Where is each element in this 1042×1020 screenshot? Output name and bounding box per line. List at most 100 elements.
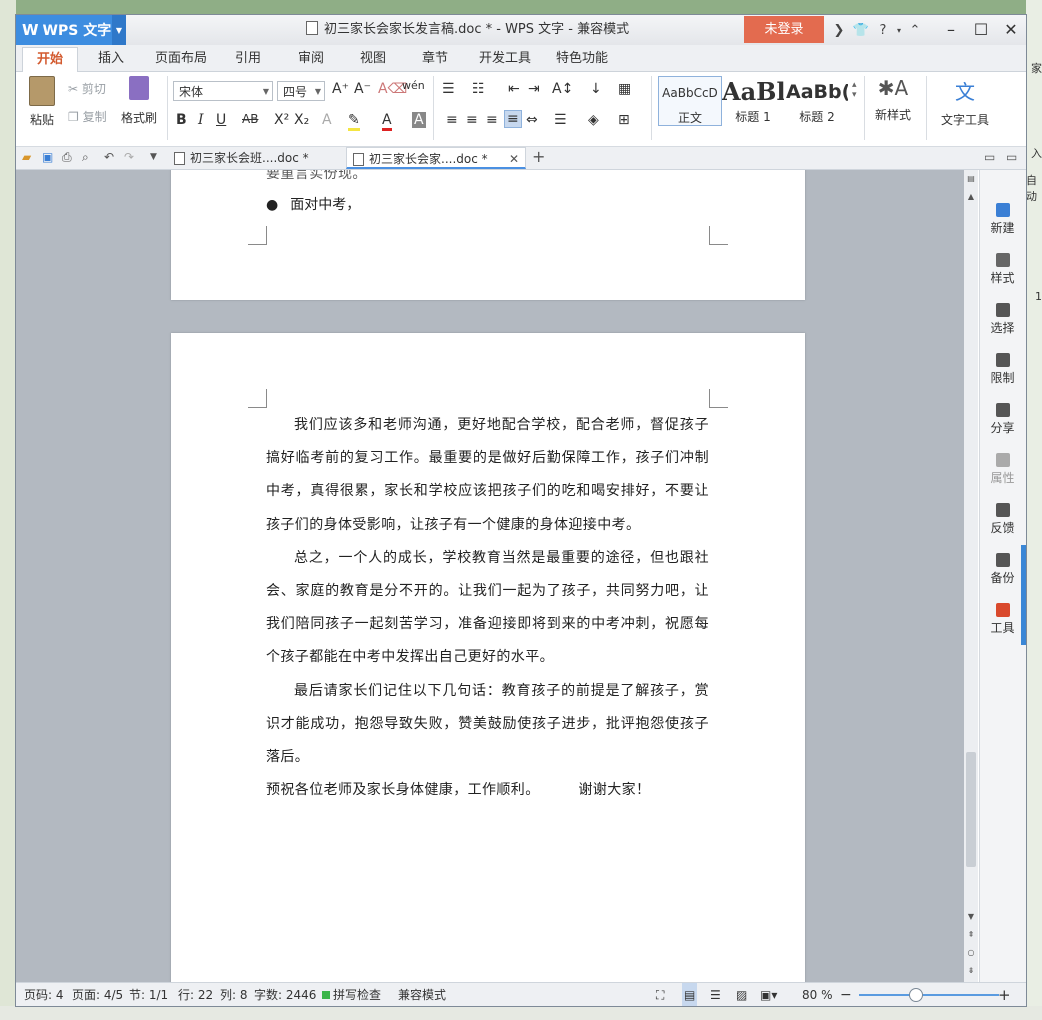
task-pane-style[interactable]: 样式	[979, 253, 1026, 286]
zoom-slider-knob[interactable]	[909, 988, 923, 1002]
new-tab-plus-icon[interactable]: +	[532, 147, 545, 166]
underline-icon[interactable]: U	[216, 112, 226, 128]
tab-page-layout[interactable]: 页面布局	[155, 45, 207, 71]
sort-icon[interactable]: ↓	[590, 81, 602, 97]
paste-button[interactable]: 粘贴	[24, 76, 60, 128]
task-pane-select[interactable]: 选择	[979, 303, 1026, 336]
web-view-icon[interactable]: ▨	[736, 983, 747, 1006]
customize-dropdown-icon[interactable]: ▼	[150, 152, 157, 162]
text-direction-icon[interactable]: A↕	[552, 81, 573, 97]
minimize-icon[interactable]: –	[936, 15, 966, 45]
redo-icon[interactable]: ↷	[124, 150, 134, 164]
document-page[interactable]: 我们应该多和老师沟通，更好地配合学校，配合老师，督促孩子搞好临考前的复习工作。最…	[171, 333, 805, 982]
cut-button[interactable]: ✂ 剪切	[68, 80, 106, 97]
style-normal[interactable]: AaBbCcD 正文	[658, 76, 722, 126]
copy-button[interactable]: ❐ 复制	[68, 108, 107, 125]
font-color-icon[interactable]: A	[382, 112, 392, 131]
help-icon[interactable]: ?	[872, 23, 894, 38]
scroll-up-icon[interactable]: ▲	[964, 192, 978, 201]
task-pane-properties[interactable]: 属性	[979, 453, 1026, 486]
strikethrough-icon[interactable]: AB	[242, 112, 258, 126]
print-preview-icon[interactable]: ⌕	[82, 150, 89, 165]
zoom-in-icon[interactable]: +	[998, 983, 1011, 1006]
doc-tab[interactable]: 初三家长会班....doc * ✕	[168, 147, 362, 169]
task-pane-new-doc[interactable]: 新建	[979, 203, 1026, 236]
style-scroll-icon[interactable]: ▴ ▾	[852, 80, 857, 100]
shrink-font-icon[interactable]: A⁻	[354, 81, 371, 97]
task-pane-toolbox[interactable]: 工具	[979, 603, 1026, 636]
spell-check-toggle[interactable]: 拼写检查	[322, 983, 381, 1006]
distribute-icon[interactable]: ⇔	[526, 112, 538, 128]
superscript-icon[interactable]: X²	[274, 112, 289, 128]
save-icon[interactable]: ▣	[42, 150, 53, 164]
wps-app-menu-button[interactable]: W WPS 文字 ▼	[16, 15, 126, 45]
tab-chapter[interactable]: 章节	[422, 45, 448, 71]
login-button[interactable]: 未登录	[744, 16, 824, 43]
justify-icon[interactable]: ≡	[504, 110, 522, 128]
close-tab-icon[interactable]: ✕	[509, 148, 519, 170]
full-screen-icon[interactable]: ⛶	[656, 983, 664, 1006]
highlight-icon[interactable]: ✎	[348, 112, 360, 131]
align-right-icon[interactable]: ≡	[486, 112, 498, 128]
tab-references[interactable]: 引用	[235, 45, 261, 71]
prev-page-icon[interactable]: ⇞	[964, 930, 978, 939]
text-tools-button[interactable]: 文 文字工具	[934, 76, 996, 128]
doc-tab-active[interactable]: 初三家长会家....doc * ✕	[346, 147, 526, 169]
tab-insert[interactable]: 插入	[98, 45, 124, 71]
tab-home[interactable]: 开始	[22, 47, 79, 72]
tab-developer[interactable]: 开发工具	[479, 45, 531, 71]
zoom-out-icon[interactable]: −	[840, 983, 852, 1006]
next-page-icon[interactable]: ⇟	[964, 966, 978, 975]
chevron-down-icon[interactable]: ▼	[112, 15, 126, 45]
zoom-level[interactable]: 80 %	[802, 983, 833, 1006]
phonetic-guide-icon[interactable]: wén	[402, 79, 425, 92]
line-spacing-icon[interactable]: ☰	[554, 112, 567, 128]
scrollbar-thumb[interactable]	[966, 752, 976, 867]
maximize-icon[interactable]: ☐	[966, 15, 996, 45]
increase-indent-icon[interactable]: ⇥	[528, 81, 540, 97]
close-icon[interactable]: ✕	[996, 15, 1026, 45]
zoom-slider[interactable]	[859, 994, 999, 996]
page-view-icon[interactable]: ▤	[682, 983, 698, 1006]
format-painter-button[interactable]: 格式刷	[118, 76, 160, 126]
bullet-list-icon[interactable]: ☰	[442, 81, 455, 97]
tab-options-icon[interactable]: ▭	[1006, 150, 1017, 164]
decrease-indent-icon[interactable]: ⇤	[508, 81, 520, 97]
border-icon[interactable]: ⊞	[618, 112, 630, 128]
paragraph-shading-icon[interactable]: ◈	[588, 112, 599, 128]
numbered-list-icon[interactable]: ☷	[472, 81, 485, 97]
new-style-button[interactable]: ✱A 新样式	[868, 76, 918, 123]
bold-icon[interactable]: B	[176, 112, 187, 128]
task-pane-feedback[interactable]: 反馈	[979, 503, 1026, 536]
font-size-select[interactable]: 四号 ▼	[277, 81, 325, 101]
subscript-icon[interactable]: X₂	[294, 112, 309, 128]
ruler-toggle-icon[interactable]: ▤	[964, 174, 978, 183]
grow-font-icon[interactable]: A⁺	[332, 81, 349, 97]
style-heading-2[interactable]: AaBb( 标题 2	[786, 76, 848, 124]
undo-icon[interactable]: ↶	[104, 150, 114, 164]
align-left-icon[interactable]: ≡	[446, 112, 458, 128]
collapse-ribbon-icon[interactable]: ⌃	[904, 23, 926, 38]
tab-special[interactable]: 特色功能	[556, 45, 608, 71]
task-pane-share[interactable]: 分享	[979, 403, 1026, 436]
scroll-down-icon[interactable]: ▼	[964, 912, 978, 921]
cloud-icon[interactable]: ❯	[828, 23, 850, 38]
tab-view[interactable]: 视图	[360, 45, 386, 71]
print-icon[interactable]: ⎙	[62, 150, 72, 165]
table-grid-icon[interactable]: ▦	[618, 81, 631, 97]
task-pane-backup[interactable]: 备份	[979, 553, 1026, 586]
align-center-icon[interactable]: ≡	[466, 112, 478, 128]
skin-shirt-icon[interactable]: 👕	[850, 23, 872, 38]
tab-list-icon[interactable]: ▭	[984, 150, 995, 164]
tab-review[interactable]: 审阅	[298, 45, 324, 71]
outline-view-icon[interactable]: ☰	[710, 983, 721, 1006]
browse-object-icon[interactable]: ○	[964, 948, 978, 957]
help-dropdown-icon[interactable]: ▾	[894, 26, 904, 35]
vertical-scrollbar[interactable]: ▤ ▲ ▼ ⇞ ○ ⇟	[964, 170, 978, 982]
task-pane-restrict[interactable]: 限制	[979, 353, 1026, 386]
style-heading-1[interactable]: AaBl 标题 1	[722, 76, 784, 124]
char-shading-icon[interactable]: A	[412, 112, 426, 128]
text-effect-icon[interactable]: A	[322, 112, 332, 128]
reading-view-icon[interactable]: ▣▾	[760, 983, 777, 1006]
status-word-count[interactable]: 字数: 2446	[254, 983, 316, 1006]
